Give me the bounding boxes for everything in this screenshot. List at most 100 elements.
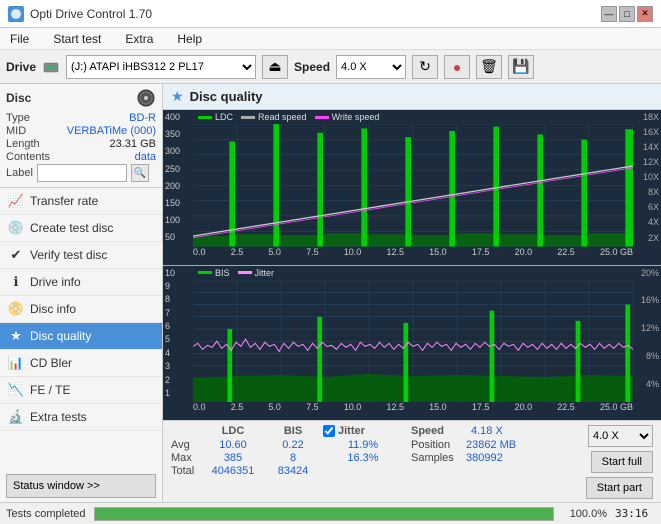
title-bar-left: Opti Drive Control 1.70 [8, 6, 152, 22]
maximize-button[interactable]: □ [619, 6, 635, 22]
bis-xaxis: 0.0 2.5 5.0 7.5 10.0 12.5 15.0 17.5 20.0… [193, 400, 633, 420]
ldc-yaxis-right: 18X 16X 14X 12X 10X 8X 6X 4X 2X [633, 110, 661, 245]
position-label: Position [411, 439, 466, 451]
drive-selector[interactable]: (J:) ATAPI iHBS312 2 PL17 [66, 55, 256, 79]
stats-speed-header: Speed [411, 425, 471, 437]
speed-selector[interactable]: 4.0 X [336, 55, 406, 79]
refresh-button[interactable]: ↻ [412, 55, 438, 79]
menu-help[interactable]: Help [171, 30, 208, 48]
ldc-chart-svg [193, 124, 633, 247]
sidebar-item-fe-te[interactable]: 📉 FE / TE [0, 377, 162, 404]
jitter-checkbox[interactable] [323, 425, 335, 437]
sidebar: Disc Type BD-R MID VERBATiMe (000) Lengt… [0, 84, 163, 502]
bis-legend-bis-label: BIS [215, 268, 230, 278]
menu-file[interactable]: File [4, 30, 35, 48]
sidebar-item-verify-test-disc-label: Verify test disc [30, 248, 107, 262]
disc-type-value: BD-R [129, 112, 156, 124]
status-window-button[interactable]: Status window >> [6, 474, 156, 498]
sidebar-item-drive-info[interactable]: ℹ Drive info [0, 269, 162, 296]
start-full-button[interactable]: Start full [591, 451, 653, 473]
stats-ldc-max: 385 [203, 452, 263, 464]
ldc-legend-read-color [241, 116, 255, 119]
drive-bar: Drive (J:) ATAPI iHBS312 2 PL17 ⏏ Speed … [0, 50, 661, 84]
disc-length-value: 23.31 GB [110, 138, 156, 150]
close-button[interactable]: ✕ [637, 6, 653, 22]
save-button[interactable]: 💾 [508, 55, 534, 79]
drive-info-icon: ℹ [8, 274, 24, 290]
app-title: Opti Drive Control 1.70 [30, 7, 152, 21]
stats-bar: LDC BIS Jitter Speed 4.18 X Avg 10.60 0.… [163, 420, 661, 502]
progress-bar-fill [95, 508, 553, 520]
stats-position-val: 23862 MB [466, 439, 516, 451]
time-display: 33:16 [615, 507, 655, 520]
samples-label: Samples [411, 452, 466, 464]
ldc-chart-legend: LDC Read speed Write speed [198, 112, 379, 122]
status-text: Tests completed [6, 508, 86, 520]
disc-info-icon: 📀 [8, 301, 24, 317]
bis-chart: 10 9 8 7 6 5 4 3 2 1 20% 16% 12 [163, 266, 661, 421]
sidebar-item-disc-quality-label: Disc quality [30, 329, 91, 343]
title-bar-controls: — □ ✕ [601, 6, 653, 22]
eject-button[interactable]: ⏏ [262, 55, 288, 79]
sidebar-item-fe-te-label: FE / TE [30, 383, 70, 397]
stats-right-controls: 4.0 X Start full Start part [586, 425, 653, 499]
progress-percent: 100.0% [562, 508, 607, 520]
bis-legend-bis-color [198, 271, 212, 274]
bis-legend-bis: BIS [198, 268, 230, 278]
stats-speed-val: 4.18 X [471, 425, 521, 437]
disc-mid-label: MID [6, 125, 26, 137]
disc-length-label: Length [6, 138, 40, 150]
stats-samples-val: 380992 [466, 452, 503, 464]
stats-total-row: Total 4046351 83424 [171, 465, 578, 477]
burn-button[interactable]: ● [444, 55, 470, 79]
disc-label-label: Label [6, 167, 33, 179]
ldc-chart: 400 350 300 250 200 150 100 50 18X 16X 1… [163, 110, 661, 266]
stats-ldc-header: LDC [203, 425, 263, 437]
ldc-legend-ldc: LDC [198, 112, 233, 122]
label-search-button[interactable]: 🔍 [131, 164, 149, 182]
ldc-legend-write-color [315, 116, 329, 119]
sidebar-item-disc-info[interactable]: 📀 Disc info [0, 296, 162, 323]
sidebar-item-transfer-rate[interactable]: 📈 Transfer rate [0, 188, 162, 215]
test-speed-selector[interactable]: 4.0 X [588, 425, 653, 447]
ldc-xaxis: 0.0 2.5 5.0 7.5 10.0 12.5 15.0 17.5 20.0… [193, 245, 633, 265]
ldc-legend-read: Read speed [241, 112, 307, 122]
main-layout: Disc Type BD-R MID VERBATiMe (000) Lengt… [0, 84, 661, 502]
sidebar-item-drive-info-label: Drive info [30, 275, 81, 289]
stats-bis-total: 83424 [263, 465, 323, 477]
ldc-yaxis-left: 400 350 300 250 200 150 100 50 [163, 110, 193, 245]
create-test-disc-icon: 💿 [8, 220, 24, 236]
stats-max-row: Max 385 8 16.3% Samples 380992 [171, 452, 578, 464]
app-icon [8, 6, 24, 22]
delete-button[interactable]: 🗑 [476, 55, 502, 79]
stats-table: LDC BIS Jitter Speed 4.18 X Avg 10.60 0.… [171, 425, 578, 478]
content-area: ★ Disc quality 400 350 300 250 200 150 1… [163, 84, 661, 502]
ldc-legend-write: Write speed [315, 112, 380, 122]
start-part-button[interactable]: Start part [586, 477, 653, 499]
sidebar-item-cd-bler-label: CD Bler [30, 356, 72, 370]
sidebar-item-transfer-rate-label: Transfer rate [30, 194, 98, 208]
disc-contents-row: Contents data [6, 151, 156, 163]
bis-yaxis-left: 10 9 8 7 6 5 4 3 2 1 [163, 266, 193, 401]
disc-image-icon [136, 88, 156, 108]
sidebar-item-create-test-disc[interactable]: 💿 Create test disc [0, 215, 162, 242]
sidebar-item-extra-tests[interactable]: 🔬 Extra tests [0, 404, 162, 431]
disc-mid-value: VERBATiMe (000) [67, 125, 156, 137]
ldc-legend-write-label: Write speed [332, 112, 380, 122]
disc-type-row: Type BD-R [6, 112, 156, 124]
fe-te-icon: 📉 [8, 382, 24, 398]
content-header-icon: ★ [171, 88, 184, 105]
menu-start-test[interactable]: Start test [47, 30, 107, 48]
disc-quality-icon: ★ [8, 328, 24, 344]
disc-label-input[interactable] [37, 164, 127, 182]
bis-legend-jitter-label: Jitter [255, 268, 275, 278]
status-bar: Tests completed 100.0% 33:16 [0, 502, 661, 524]
sidebar-item-cd-bler[interactable]: 📊 CD Bler [0, 350, 162, 377]
sidebar-item-verify-test-disc[interactable]: ✔ Verify test disc [0, 242, 162, 269]
menu-extra[interactable]: Extra [119, 30, 159, 48]
verify-test-disc-icon: ✔ [8, 247, 24, 263]
total-label: Total [171, 465, 203, 477]
avg-label: Avg [171, 439, 203, 451]
sidebar-item-disc-quality[interactable]: ★ Disc quality [0, 323, 162, 350]
minimize-button[interactable]: — [601, 6, 617, 22]
